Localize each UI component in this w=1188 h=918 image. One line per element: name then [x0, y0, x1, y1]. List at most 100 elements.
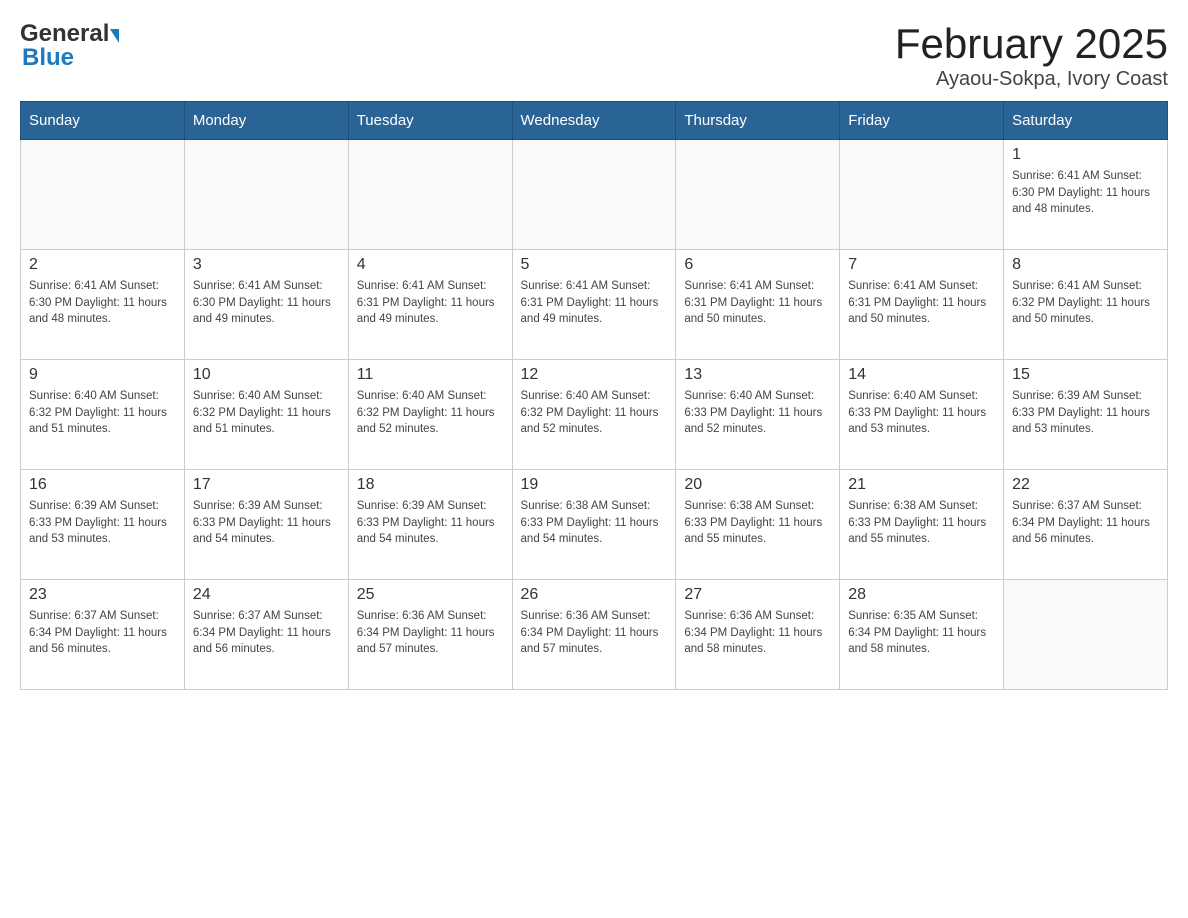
- day-info: Sunrise: 6:40 AM Sunset: 6:33 PM Dayligh…: [684, 388, 831, 438]
- calendar-cell: [348, 140, 512, 250]
- day-info: Sunrise: 6:37 AM Sunset: 6:34 PM Dayligh…: [29, 608, 176, 658]
- day-number: 8: [1012, 256, 1159, 274]
- page-header: General Blue February 2025 Ayaou-Sokpa, …: [20, 20, 1168, 91]
- calendar-cell: [21, 140, 185, 250]
- day-number: 26: [521, 586, 668, 604]
- day-info: Sunrise: 6:36 AM Sunset: 6:34 PM Dayligh…: [521, 608, 668, 658]
- day-number: 11: [357, 366, 504, 384]
- calendar-subtitle: Ayaou-Sokpa, Ivory Coast: [895, 68, 1168, 91]
- calendar-cell: 24 Sunrise: 6:37 AM Sunset: 6:34 PM Dayli…: [184, 580, 348, 690]
- day-info: Sunrise: 6:40 AM Sunset: 6:32 PM Dayligh…: [29, 388, 176, 438]
- logo: General Blue: [20, 20, 119, 72]
- calendar-cell: 26 Sunrise: 6:36 AM Sunset: 6:34 PM Dayli…: [512, 580, 676, 690]
- day-number: 9: [29, 366, 176, 384]
- day-number: 3: [193, 256, 340, 274]
- calendar-week-row: 23 Sunrise: 6:37 AM Sunset: 6:34 PM Dayli…: [21, 580, 1168, 690]
- day-number: 12: [521, 366, 668, 384]
- day-number: 15: [1012, 366, 1159, 384]
- day-number: 5: [521, 256, 668, 274]
- day-number: 17: [193, 476, 340, 494]
- weekday-header-wednesday: Wednesday: [512, 102, 676, 140]
- weekday-header-tuesday: Tuesday: [348, 102, 512, 140]
- day-info: Sunrise: 6:40 AM Sunset: 6:32 PM Dayligh…: [357, 388, 504, 438]
- day-info: Sunrise: 6:41 AM Sunset: 6:31 PM Dayligh…: [684, 278, 831, 328]
- day-info: Sunrise: 6:41 AM Sunset: 6:31 PM Dayligh…: [848, 278, 995, 328]
- calendar-cell: 28 Sunrise: 6:35 AM Sunset: 6:34 PM Dayli…: [840, 580, 1004, 690]
- day-info: Sunrise: 6:40 AM Sunset: 6:32 PM Dayligh…: [521, 388, 668, 438]
- day-number: 22: [1012, 476, 1159, 494]
- logo-chevron-icon: [110, 29, 119, 43]
- title-section: February 2025 Ayaou-Sokpa, Ivory Coast: [895, 20, 1168, 91]
- weekday-header-friday: Friday: [840, 102, 1004, 140]
- calendar-table: SundayMondayTuesdayWednesdayThursdayFrid…: [20, 101, 1168, 690]
- calendar-week-row: 16 Sunrise: 6:39 AM Sunset: 6:33 PM Dayli…: [21, 470, 1168, 580]
- day-info: Sunrise: 6:39 AM Sunset: 6:33 PM Dayligh…: [1012, 388, 1159, 438]
- calendar-cell: 22 Sunrise: 6:37 AM Sunset: 6:34 PM Dayli…: [1004, 470, 1168, 580]
- calendar-cell: 7 Sunrise: 6:41 AM Sunset: 6:31 PM Daylig…: [840, 250, 1004, 360]
- day-number: 21: [848, 476, 995, 494]
- calendar-cell: 9 Sunrise: 6:40 AM Sunset: 6:32 PM Daylig…: [21, 360, 185, 470]
- day-info: Sunrise: 6:39 AM Sunset: 6:33 PM Dayligh…: [357, 498, 504, 548]
- day-number: 7: [848, 256, 995, 274]
- calendar-cell: [512, 140, 676, 250]
- weekday-header-row: SundayMondayTuesdayWednesdayThursdayFrid…: [21, 102, 1168, 140]
- calendar-cell: [840, 140, 1004, 250]
- calendar-cell: 20 Sunrise: 6:38 AM Sunset: 6:33 PM Dayli…: [676, 470, 840, 580]
- day-number: 27: [684, 586, 831, 604]
- calendar-cell: [676, 140, 840, 250]
- day-number: 24: [193, 586, 340, 604]
- calendar-week-row: 9 Sunrise: 6:40 AM Sunset: 6:32 PM Daylig…: [21, 360, 1168, 470]
- day-info: Sunrise: 6:40 AM Sunset: 6:32 PM Dayligh…: [193, 388, 340, 438]
- calendar-cell: 16 Sunrise: 6:39 AM Sunset: 6:33 PM Dayli…: [21, 470, 185, 580]
- day-number: 19: [521, 476, 668, 494]
- weekday-header-saturday: Saturday: [1004, 102, 1168, 140]
- calendar-cell: 13 Sunrise: 6:40 AM Sunset: 6:33 PM Dayli…: [676, 360, 840, 470]
- day-info: Sunrise: 6:38 AM Sunset: 6:33 PM Dayligh…: [684, 498, 831, 548]
- day-info: Sunrise: 6:39 AM Sunset: 6:33 PM Dayligh…: [29, 498, 176, 548]
- day-info: Sunrise: 6:37 AM Sunset: 6:34 PM Dayligh…: [1012, 498, 1159, 548]
- calendar-cell: 18 Sunrise: 6:39 AM Sunset: 6:33 PM Dayli…: [348, 470, 512, 580]
- calendar-week-row: 2 Sunrise: 6:41 AM Sunset: 6:30 PM Daylig…: [21, 250, 1168, 360]
- calendar-cell: 10 Sunrise: 6:40 AM Sunset: 6:32 PM Dayli…: [184, 360, 348, 470]
- calendar-cell: 15 Sunrise: 6:39 AM Sunset: 6:33 PM Dayli…: [1004, 360, 1168, 470]
- day-info: Sunrise: 6:35 AM Sunset: 6:34 PM Dayligh…: [848, 608, 995, 658]
- calendar-cell: 8 Sunrise: 6:41 AM Sunset: 6:32 PM Daylig…: [1004, 250, 1168, 360]
- weekday-header-thursday: Thursday: [676, 102, 840, 140]
- day-number: 16: [29, 476, 176, 494]
- day-number: 20: [684, 476, 831, 494]
- day-number: 23: [29, 586, 176, 604]
- day-number: 1: [1012, 146, 1159, 164]
- calendar-cell: 5 Sunrise: 6:41 AM Sunset: 6:31 PM Daylig…: [512, 250, 676, 360]
- day-number: 18: [357, 476, 504, 494]
- day-info: Sunrise: 6:38 AM Sunset: 6:33 PM Dayligh…: [848, 498, 995, 548]
- day-info: Sunrise: 6:39 AM Sunset: 6:33 PM Dayligh…: [193, 498, 340, 548]
- calendar-cell: 11 Sunrise: 6:40 AM Sunset: 6:32 PM Dayli…: [348, 360, 512, 470]
- calendar-cell: [1004, 580, 1168, 690]
- day-number: 2: [29, 256, 176, 274]
- day-number: 4: [357, 256, 504, 274]
- calendar-cell: 2 Sunrise: 6:41 AM Sunset: 6:30 PM Daylig…: [21, 250, 185, 360]
- day-info: Sunrise: 6:40 AM Sunset: 6:33 PM Dayligh…: [848, 388, 995, 438]
- day-info: Sunrise: 6:41 AM Sunset: 6:30 PM Dayligh…: [193, 278, 340, 328]
- logo-blue-text: Blue: [22, 44, 74, 72]
- day-info: Sunrise: 6:41 AM Sunset: 6:32 PM Dayligh…: [1012, 278, 1159, 328]
- calendar-cell: 21 Sunrise: 6:38 AM Sunset: 6:33 PM Dayli…: [840, 470, 1004, 580]
- calendar-cell: 4Sunrise: 6:41 AM Sunset: 6:31 PM Daylig…: [348, 250, 512, 360]
- day-info: Sunrise: 6:41 AM Sunset: 6:30 PM Dayligh…: [29, 278, 176, 328]
- calendar-cell: 27Sunrise: 6:36 AM Sunset: 6:34 PM Dayli…: [676, 580, 840, 690]
- calendar-cell: 14 Sunrise: 6:40 AM Sunset: 6:33 PM Dayli…: [840, 360, 1004, 470]
- calendar-cell: 6Sunrise: 6:41 AM Sunset: 6:31 PM Daylig…: [676, 250, 840, 360]
- day-number: 14: [848, 366, 995, 384]
- calendar-cell: 3 Sunrise: 6:41 AM Sunset: 6:30 PM Daylig…: [184, 250, 348, 360]
- calendar-cell: 25Sunrise: 6:36 AM Sunset: 6:34 PM Dayli…: [348, 580, 512, 690]
- day-number: 13: [684, 366, 831, 384]
- calendar-title: February 2025: [895, 20, 1168, 68]
- day-info: Sunrise: 6:41 AM Sunset: 6:31 PM Dayligh…: [521, 278, 668, 328]
- day-number: 10: [193, 366, 340, 384]
- day-number: 28: [848, 586, 995, 604]
- calendar-cell: 12 Sunrise: 6:40 AM Sunset: 6:32 PM Dayli…: [512, 360, 676, 470]
- weekday-header-monday: Monday: [184, 102, 348, 140]
- day-info: Sunrise: 6:37 AM Sunset: 6:34 PM Dayligh…: [193, 608, 340, 658]
- calendar-cell: [184, 140, 348, 250]
- day-info: Sunrise: 6:41 AM Sunset: 6:30 PM Dayligh…: [1012, 168, 1159, 218]
